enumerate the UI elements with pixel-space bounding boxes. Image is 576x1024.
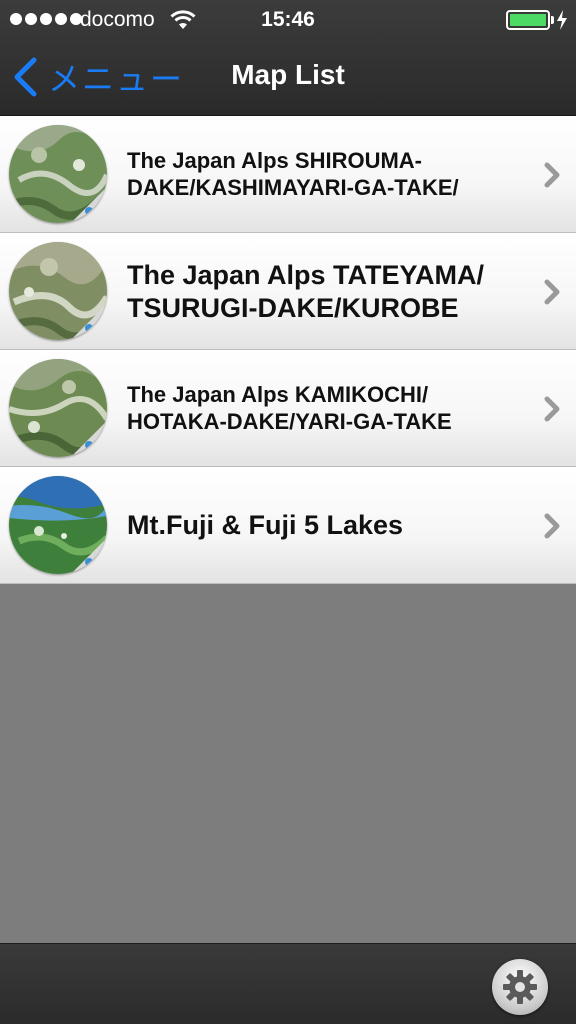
map-title-line: The Japan Alps TATEYAMA/ [127, 260, 485, 291]
map-title-line: Mt.Fuji & Fuji 5 Lakes [127, 510, 404, 541]
navigation-bar: メニュー Map List [0, 40, 576, 116]
map-title-line: TSURUGI-DAKE/KUROBE [127, 292, 459, 323]
map-title: The Japan Alps SHIROUMA- DAKE/KASHIMAYAR… [127, 116, 527, 233]
chevron-right-icon [544, 162, 560, 188]
status-time: 15:46 [261, 8, 315, 31]
chevron-right-icon [544, 513, 560, 539]
mountain-aerial-map-thumbnail [9, 125, 107, 223]
map-list-item[interactable]: The Japan Alps SHIROUMA- DAKE/KASHIMAYAR… [0, 116, 576, 233]
mountain-aerial-map-thumbnail [9, 359, 107, 457]
map-title-line: HOTAKA-DAKE/YARI-GA-TAKE [127, 408, 452, 434]
chevron-right-icon [544, 279, 560, 305]
charging-bolt-icon [557, 10, 567, 30]
map-title-line: DAKE/KASHIMAYARI-GA-TAKE/ [127, 174, 459, 200]
chevron-right-icon [544, 396, 560, 422]
map-title: The Japan Alps KAMIKOCHI/ HOTAKA-DAKE/YA… [127, 350, 527, 467]
map-list-item[interactable]: The Japan Alps KAMIKOCHI/ HOTAKA-DAKE/YA… [0, 350, 576, 467]
battery-level [510, 14, 546, 26]
map-title-line: The Japan Alps SHIROUMA- [127, 148, 422, 174]
bottom-toolbar [0, 943, 576, 1024]
screen: docomo 15:46 メニュー Map List The Japan Alp… [0, 0, 576, 1024]
lake-aerial-map-thumbnail [9, 476, 107, 574]
gear-icon [503, 970, 537, 1004]
map-list: The Japan Alps SHIROUMA- DAKE/KASHIMAYAR… [0, 116, 576, 584]
battery-nub [551, 16, 554, 24]
map-title: Mt.Fuji & Fuji 5 Lakes [127, 467, 527, 584]
map-title-line: The Japan Alps KAMIKOCHI/ [127, 382, 429, 408]
mountain-aerial-map-thumbnail [9, 242, 107, 340]
status-bar: docomo 15:46 [0, 0, 576, 40]
top-bar: docomo 15:46 メニュー Map List [0, 0, 576, 116]
page-title: Map List [231, 59, 345, 90]
map-list-item[interactable]: Mt.Fuji & Fuji 5 Lakes [0, 467, 576, 584]
battery-icon [506, 10, 550, 30]
map-list-item[interactable]: The Japan Alps TATEYAMA/ TSURUGI-DAKE/KU… [0, 233, 576, 350]
settings-button[interactable] [492, 959, 548, 1015]
map-title: The Japan Alps TATEYAMA/ TSURUGI-DAKE/KU… [127, 233, 527, 350]
